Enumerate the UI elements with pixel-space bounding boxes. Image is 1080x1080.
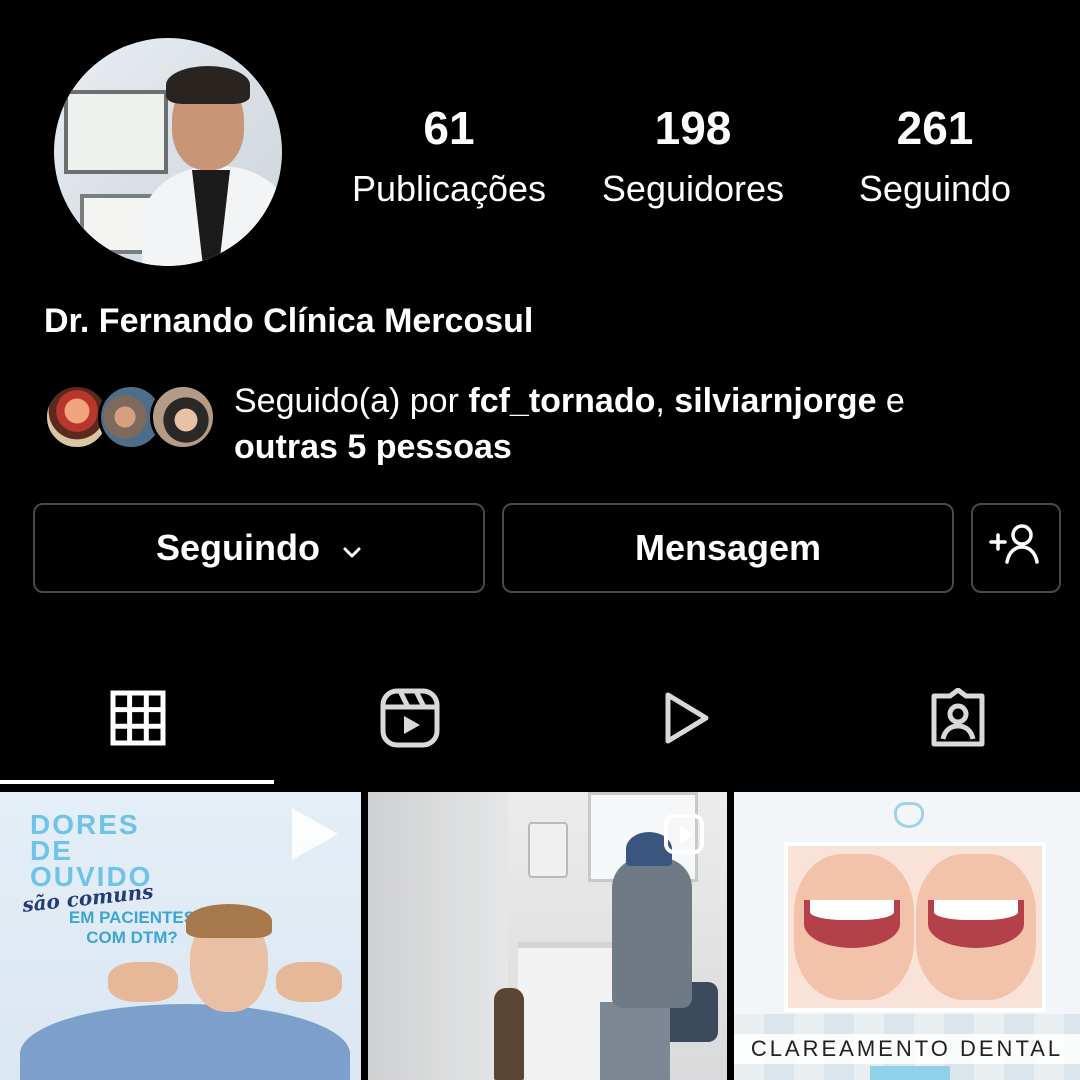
message-button[interactable]: Mensagem <box>502 503 954 593</box>
follower-avatar[interactable] <box>150 384 216 450</box>
post-thumbnail[interactable]: DORES DE OUVIDO são comuns EM PACIENTES … <box>0 792 361 1080</box>
post-title: DORES DE OUVIDO <box>30 809 153 892</box>
stat-following-label: Seguindo <box>858 168 1012 209</box>
stat-followers-label: Seguidores <box>601 168 785 209</box>
stat-following-count: 261 <box>896 102 974 154</box>
tagged-icon <box>928 687 988 753</box>
play-icon <box>292 808 338 860</box>
stat-posts-count: 61 <box>423 102 475 154</box>
post-thumbnail[interactable] <box>368 792 727 1080</box>
following-button-label: Seguindo <box>156 527 320 568</box>
message-button-label: Mensagem <box>634 527 822 568</box>
profile-display-name: Dr. Fernando Clínica Mercosul <box>44 302 534 340</box>
tab-reels[interactable] <box>378 688 442 752</box>
reels-icon <box>380 688 440 753</box>
add-person-icon <box>988 522 1044 575</box>
chevron-down-icon <box>342 527 362 569</box>
followed-by-text[interactable]: Seguido(a) por fcf_tornado, silviarnjorg… <box>234 378 1034 470</box>
stat-followers-count: 198 <box>654 102 732 154</box>
suggested-accounts-button[interactable] <box>971 503 1061 593</box>
stat-following[interactable]: 261 Seguindo <box>830 100 1040 214</box>
grid-icon <box>110 690 166 751</box>
post-caption: CLAREAMENTO DENTAL <box>734 1034 1080 1064</box>
tab-posts-grid[interactable] <box>106 688 170 752</box>
post-thumbnail[interactable]: CLAREAMENTO DENTAL <box>734 792 1080 1080</box>
tab-tagged[interactable] <box>926 687 990 753</box>
stat-followers[interactable]: 198 Seguidores <box>586 100 800 214</box>
followed-by-user-1[interactable]: fcf_tornado <box>468 382 655 420</box>
profile-avatar[interactable] <box>54 38 282 266</box>
active-tab-indicator <box>0 780 274 784</box>
following-button[interactable]: Seguindo <box>33 503 485 593</box>
reels-icon <box>664 814 704 854</box>
video-play-icon <box>660 690 712 751</box>
followed-by-others[interactable]: outras 5 pessoas <box>234 428 512 466</box>
stat-posts[interactable]: 61 Publicações <box>336 100 562 214</box>
tab-videos[interactable] <box>654 688 718 752</box>
followed-by-user-2[interactable]: silviarnjorge <box>674 382 876 420</box>
stat-posts-label: Publicações <box>351 168 547 209</box>
clinic-logo-icon <box>894 802 924 828</box>
